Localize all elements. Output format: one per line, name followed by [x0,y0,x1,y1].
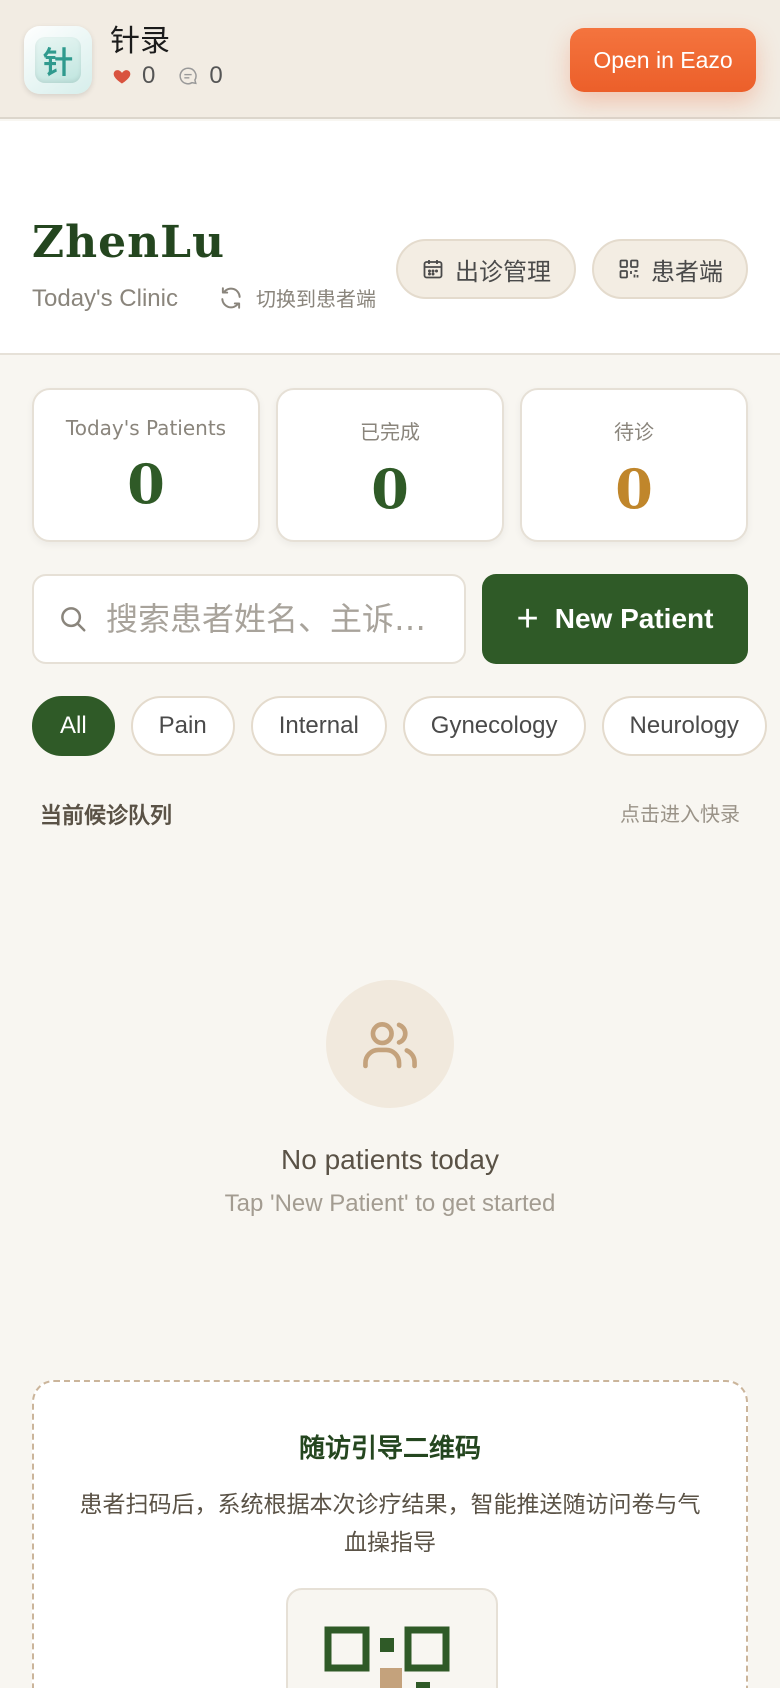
comments-count: 0 [209,62,223,89]
app-name: 针录 [110,24,170,59]
filter-chip-internal[interactable]: Internal [250,696,387,756]
new-patient-button[interactable]: + New Patient [482,574,748,664]
empty-state-title: No patients today [281,1144,499,1175]
page-subtitle: Today's Clinic [32,285,178,312]
filter-chip-all[interactable]: All [32,696,115,756]
qr-code-image [324,1626,450,1688]
stat-label: Today's Patients [65,416,227,440]
calendar-icon [423,260,443,279]
new-patient-label: New Patient [554,603,714,634]
app-icon: 针 [24,26,92,94]
users-icon [363,1022,417,1069]
comments-stat[interactable]: 0 [177,62,223,90]
qr-code-container[interactable] [286,1588,498,1688]
qr-code-icon [619,259,639,279]
quick-record-link[interactable]: 点击进入快录 [620,798,740,827]
filter-chips: All Pain Internal Gynecology Neurology [32,696,780,756]
stat-value: 0 [127,452,165,516]
filter-chip-gynecology[interactable]: Gynecology [402,696,586,756]
heart-icon [113,70,131,84]
patient-side-button[interactable]: 患者端 [592,239,748,299]
qr-card-description: 患者扫码后，系统根据本次诊疗结果，智能推送随访问卷与气血操指导 [79,1492,701,1556]
search-box[interactable] [32,574,466,664]
search-icon [61,607,86,632]
app-stats: 0 0 [112,62,245,90]
stat-value: 0 [371,457,409,521]
empty-state-subtitle: Tap 'New Patient' to get started [224,1190,556,1217]
schedule-management-label: 出诊管理 [455,257,551,286]
app-logo-glyph: 针 [35,37,81,83]
switch-label: 切换到患者端 [256,287,376,311]
comment-icon [179,67,198,85]
filter-chip-neurology[interactable]: Neurology [601,696,767,756]
page-header: ZhenLu Today's Clinic 切换到患者端 出诊管理 患者端 [0,121,780,355]
stats-cards: Today's Patients 0 已完成 0 待诊 0 [32,388,748,542]
switch-to-patient-link[interactable]: 切换到患者端 [218,283,376,312]
patient-side-label: 患者端 [651,257,723,286]
open-in-eazo-button[interactable]: Open in Eazo [570,28,756,92]
search-input[interactable] [106,600,436,638]
stat-label: 待诊 [614,420,654,444]
follow-up-qr-card: 随访引导二维码 患者扫码后，系统根据本次诊疗结果，智能推送随访问卷与气血操指导 [32,1380,748,1688]
empty-state-icon-circle [326,980,454,1108]
stat-card-completed: 已完成 0 [276,388,504,542]
likes-stat[interactable]: 0 [112,62,155,90]
plus-icon: + [516,598,539,640]
stat-card-waiting: 待诊 0 [520,388,748,542]
brand-title: ZhenLu [32,217,226,268]
filter-chip-pain[interactable]: Pain [130,696,235,756]
stat-label: 已完成 [360,420,420,444]
stat-value: 0 [615,457,653,521]
queue-title: 当前候诊队列 [40,803,173,829]
app-banner: 针 针录 0 0 Open in Eazo [0,0,780,119]
stat-card-today-patients: Today's Patients 0 [32,388,260,542]
likes-count: 0 [142,62,156,89]
schedule-management-button[interactable]: 出诊管理 [396,239,576,299]
refresh-icon [221,286,241,309]
qr-card-title: 随访引导二维码 [298,1434,481,1464]
